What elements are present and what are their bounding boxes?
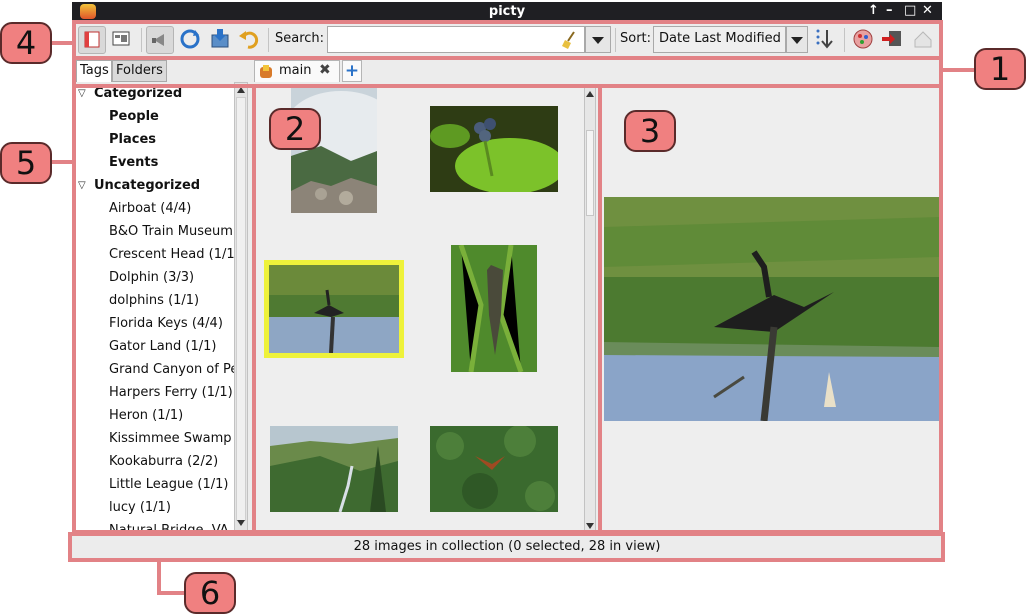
minimize-button[interactable]: – <box>886 3 893 18</box>
callout-1-connector <box>943 68 976 72</box>
window-title: picty <box>488 4 526 19</box>
highlight-region-4 <box>72 20 943 60</box>
highlight-region-5 <box>72 84 256 534</box>
close-button[interactable]: ✕ <box>922 3 933 18</box>
callout-5-connector <box>52 160 74 164</box>
callout-1: 1 <box>974 48 1026 90</box>
highlight-region-6 <box>68 532 945 562</box>
callout-2: 2 <box>269 108 321 150</box>
callout-6-connector-h <box>157 591 185 595</box>
callout-6: 6 <box>184 572 236 614</box>
callout-4-connector <box>52 41 74 45</box>
title-bar[interactable]: picty ↑ – □ ✕ <box>72 2 942 22</box>
callout-6-connector-v <box>157 562 161 594</box>
maximize-up-icon[interactable]: ↑ <box>868 3 879 18</box>
callout-4: 4 <box>0 22 52 64</box>
callout-3: 3 <box>624 110 676 152</box>
highlight-region-2 <box>252 84 602 534</box>
callout-5: 5 <box>0 142 52 184</box>
maximize-button[interactable]: □ <box>904 3 916 18</box>
